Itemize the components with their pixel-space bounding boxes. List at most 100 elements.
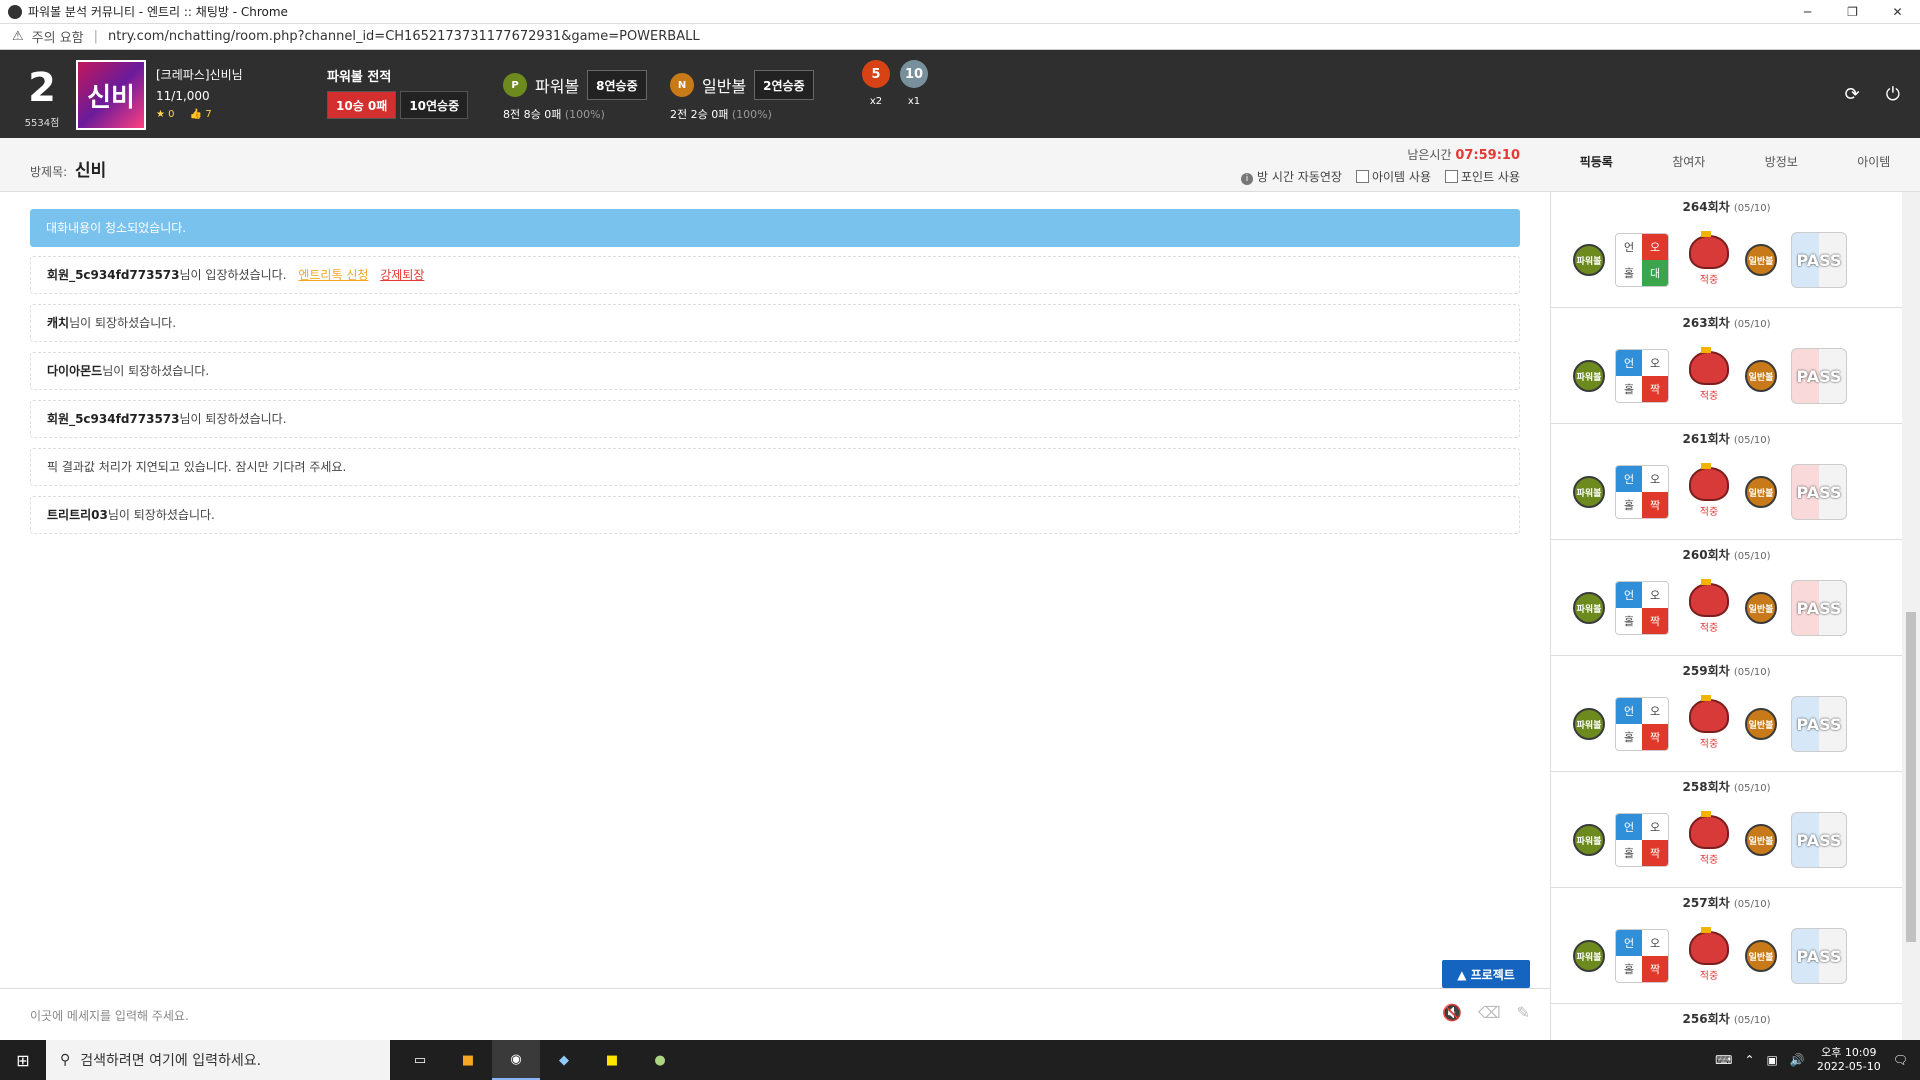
checkbox-icon[interactable] — [1355, 170, 1369, 183]
tab-pick-register[interactable]: 픽등록 — [1550, 138, 1643, 191]
grid-cell: 오 — [1642, 234, 1668, 260]
grid-cell: 홀 — [1623, 847, 1635, 860]
close-button[interactable]: ✕ — [1875, 0, 1920, 24]
round-date: (05/10) — [1733, 319, 1771, 330]
normalball-streak-badge: 2연승중 — [754, 70, 814, 100]
start-icon[interactable]: ⊞ — [0, 1040, 46, 1080]
medal-item: 5 x2 — [862, 50, 890, 107]
app-icon[interactable]: ● — [636, 1040, 684, 1080]
scrollbar-thumb[interactable] — [1906, 612, 1916, 942]
address-bar[interactable]: ⚠ 주의 요함 | ntry.com/nchatting/room.php?ch… — [0, 24, 1920, 50]
use-item-label: 아이템 사용 — [1371, 170, 1431, 184]
normalball-icon: 일반볼 — [1745, 244, 1777, 276]
round-header: 260회차 (05/10) — [1551, 540, 1902, 563]
force-exit-link[interactable]: 강제퇴장 — [380, 268, 424, 282]
round-number: 256회차 — [1682, 1012, 1730, 1026]
eraser-icon[interactable]: ⌫ — [1478, 1003, 1501, 1022]
avatar[interactable]: 신비 — [76, 60, 146, 130]
clock-time: 오후 10:09 — [1821, 1046, 1877, 1059]
powerball-icon: 파워볼 — [1573, 244, 1605, 276]
grid-cell: 언 — [1616, 466, 1642, 492]
normalball-icon: N — [670, 73, 694, 97]
medal-multiplier: x1 — [907, 96, 921, 107]
use-point-checkbox[interactable]: 포인트 사용 — [1444, 168, 1520, 185]
tab-room-info[interactable]: 방정보 — [1735, 138, 1828, 191]
devil-icon — [1689, 346, 1729, 385]
notification-icon[interactable]: 🗨 — [1893, 1053, 1908, 1067]
chrome-icon[interactable]: ◉ — [492, 1040, 540, 1080]
use-item-checkbox[interactable]: 아이템 사용 — [1355, 168, 1431, 185]
taskbar-search[interactable]: ⚲ 검색하려면 여기에 입력하세요. — [46, 1040, 390, 1080]
restore-button[interactable]: ❐ — [1830, 0, 1875, 24]
message-user[interactable]: 회원_5c934fd773573 — [47, 268, 180, 282]
message-input-bar[interactable]: 이곳에 메세지를 입력해 주세요. 🔇 ⌫ ✎ — [0, 988, 1550, 1040]
message-text: 님이 퇴장하셨습니다. — [179, 412, 287, 426]
network-icon[interactable]: ▣ — [1767, 1053, 1778, 1067]
grid-cell: 짝 — [1642, 840, 1668, 866]
hit-label: 적중 — [1699, 622, 1719, 634]
auto-extend-option[interactable]: i방 시간 자동연장 — [1241, 168, 1342, 185]
round-date: (05/10) — [1733, 783, 1771, 794]
round-number: 257회차 — [1682, 896, 1730, 910]
use-point-label: 포인트 사용 — [1460, 170, 1520, 184]
entry-talk-request-link[interactable]: 엔트리톡 신청 — [298, 268, 368, 282]
refresh-icon[interactable]: ⟳ — [1845, 84, 1860, 105]
taskbar-clock[interactable]: 오후 10:09 2022-05-10 — [1817, 1046, 1881, 1074]
chevron-up-icon[interactable]: ⌃ — [1744, 1053, 1754, 1067]
app-icon[interactable]: ■ — [444, 1040, 492, 1080]
grid-cell: 홀 — [1623, 963, 1635, 976]
search-icon: ⚲ — [60, 1052, 71, 1068]
user-level: 2 5534점 — [22, 68, 62, 129]
grid-cell: 홀 — [1623, 383, 1635, 396]
url-text[interactable]: ntry.com/nchatting/room.php?channel_id=C… — [108, 29, 700, 44]
keyboard-icon[interactable]: ⌨ — [1715, 1053, 1732, 1067]
power-icon[interactable]: ⏻ — [1886, 84, 1900, 105]
devil-icon — [1689, 578, 1729, 617]
grid-cell: 언 — [1616, 582, 1642, 608]
result-grid: 언 오 홀 짝 — [1615, 465, 1669, 519]
room-options: i방 시간 자동연장 아이템 사용 포인트 사용 — [1241, 168, 1520, 185]
pass-badge: PASS — [1791, 348, 1847, 404]
message-text: 님이 퇴장하셨습니다. — [102, 364, 210, 378]
record-wins-badge: 10승 0패 — [327, 91, 397, 119]
project-button[interactable]: ▲ 프로젝트 — [1442, 960, 1530, 988]
powerball-summary-text: 8전 8승 0패 — [503, 108, 562, 121]
security-warning-text[interactable]: 주의 요함 — [32, 27, 84, 46]
pass-badge: PASS — [1791, 580, 1847, 636]
warning-icon[interactable]: ⚠ — [12, 29, 24, 44]
message-user[interactable]: 캐치 — [47, 316, 69, 330]
sidebar-scrollbar[interactable] — [1902, 192, 1920, 1040]
volume-icon[interactable]: 🔊 — [1790, 1053, 1805, 1067]
message-input[interactable]: 이곳에 메세지를 입력해 주세요. — [30, 1007, 189, 1024]
hit-label: 적중 — [1699, 506, 1719, 518]
checkbox-icon[interactable] — [1444, 170, 1458, 183]
grid-cell: 오 — [1649, 589, 1661, 602]
round-header: 256회차 (05/10) — [1551, 1004, 1902, 1027]
powerball-icon: P — [503, 73, 527, 97]
devil-icon — [1689, 230, 1729, 269]
mute-icon[interactable]: 🔇 — [1442, 1003, 1462, 1022]
kakaotalk-icon[interactable]: ■ — [588, 1040, 636, 1080]
magic-wand-icon[interactable]: ✎ — [1517, 1003, 1530, 1022]
hit-label: 적중 — [1699, 738, 1719, 750]
grid-cell: 짝 — [1642, 608, 1668, 634]
tab-items[interactable]: 아이템 — [1828, 138, 1920, 191]
grid-cell: 홀 — [1623, 731, 1635, 744]
result-grid: 언 오 홀 짝 — [1615, 697, 1669, 751]
round-date: (05/10) — [1733, 899, 1771, 910]
normalball-summary: 2전 2승 0패 (100%) — [670, 106, 814, 122]
normalball-pct: (100%) — [731, 108, 772, 121]
username: [크레파스]신비님 — [156, 68, 243, 82]
window-title: 파워볼 분석 커뮤니티 - 엔트리 :: 채팅방 - Chrome — [28, 5, 288, 19]
task-view-icon[interactable]: ▭ — [396, 1040, 444, 1080]
app-icon[interactable]: ◆ — [540, 1040, 588, 1080]
grid-cell: 짝 — [1642, 956, 1668, 982]
message-user[interactable]: 회원_5c934fd773573 — [47, 412, 180, 426]
powerball-pct: (100%) — [564, 108, 605, 121]
tab-participants[interactable]: 참여자 — [1643, 138, 1736, 191]
hit-badge: 적중 — [1687, 346, 1731, 402]
message-user[interactable]: 트리트리03 — [47, 508, 108, 522]
message-user[interactable]: 다이아몬드 — [47, 364, 102, 378]
minimize-button[interactable]: ─ — [1785, 0, 1830, 24]
message-text: 님이 퇴장하셨습니다. — [69, 316, 177, 330]
